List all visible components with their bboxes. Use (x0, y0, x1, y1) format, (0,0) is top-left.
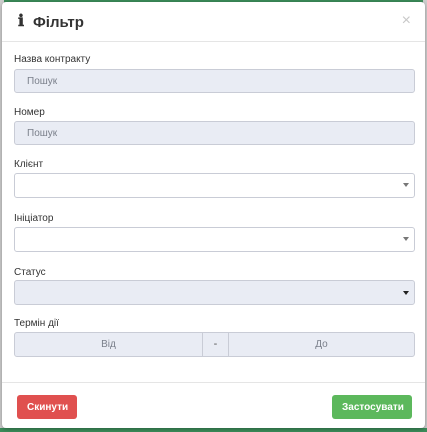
contract-name-input[interactable] (14, 69, 415, 93)
validity-range: - (14, 332, 415, 357)
contract-name-label: Назва контракту (14, 54, 91, 65)
status-select[interactable] (14, 280, 415, 305)
chevron-down-icon (403, 291, 409, 295)
modal-footer: Скинути Застосувати (2, 382, 425, 428)
filter-modal: ℹ Фільтр × Назва контракту Номер Клієнт … (2, 2, 425, 428)
close-icon[interactable]: × (402, 12, 411, 30)
modal-header: ℹ Фільтр × (2, 2, 425, 42)
validity-to-input[interactable] (228, 332, 415, 357)
number-input[interactable] (14, 121, 415, 145)
number-label: Номер (14, 107, 45, 118)
initiator-select[interactable] (14, 227, 415, 252)
chevron-down-icon (403, 183, 409, 187)
reset-button[interactable]: Скинути (17, 395, 77, 419)
client-select[interactable] (14, 173, 415, 198)
client-label: Клієнт (14, 159, 44, 170)
status-label: Статус (14, 267, 46, 278)
validity-from-input[interactable] (14, 332, 203, 357)
initiator-label: Ініціатор (14, 213, 54, 224)
range-separator: - (203, 332, 228, 357)
modal-title: Фільтр (33, 14, 84, 31)
background-bottom-bar (0, 428, 427, 432)
validity-label: Термін дії (14, 318, 59, 329)
info-icon: ℹ (17, 11, 25, 30)
apply-button[interactable]: Застосувати (332, 395, 412, 419)
chevron-down-icon (403, 237, 409, 241)
